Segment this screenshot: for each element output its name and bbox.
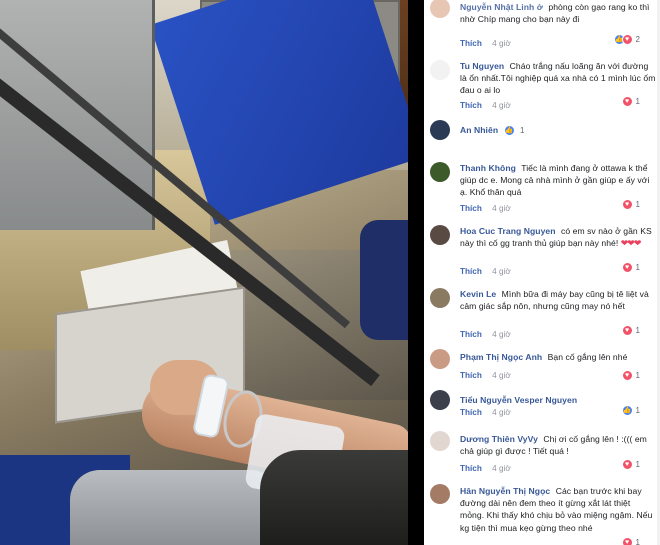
reaction-summary[interactable]: ♥ 1 <box>621 261 640 273</box>
comment-body: Nguyễn Nhật Linh ở phòng còn gạo rang ko… <box>460 1 656 25</box>
reaction-summary[interactable]: ♥ 1 <box>621 458 640 470</box>
heart-reaction-icon: ♥ <box>621 536 633 545</box>
reaction-count: 1 <box>635 96 640 106</box>
reaction-summary[interactable]: ♥ 1 <box>621 369 640 381</box>
like-link[interactable]: Thích <box>460 371 482 380</box>
comment-author[interactable]: Hân Nguyễn Thị Ngọc <box>460 486 550 496</box>
comment-timestamp[interactable]: 4 giờ <box>492 464 511 473</box>
comment-author[interactable]: Phạm Thị Ngọc Anh <box>460 352 542 362</box>
post-photo[interactable] <box>0 0 408 545</box>
comment-timestamp[interactable]: 4 giờ <box>492 408 511 417</box>
like-reaction-icon: 👍 <box>503 125 515 137</box>
comment-author[interactable]: Thanh Không <box>460 163 516 173</box>
heart-reaction-icon: ♥ <box>621 458 633 470</box>
comment-meta: Thích 4 giờ <box>460 408 511 417</box>
avatar[interactable] <box>430 0 450 18</box>
avatar[interactable] <box>430 60 450 80</box>
comments-panel: Nguyễn Nhật Linh ở phòng còn gạo rang ko… <box>424 0 660 545</box>
comment-text: Dương Thiên VyVy Chị ơi cố gắng lên ! :(… <box>460 433 656 457</box>
like-link[interactable]: Thích <box>460 267 482 276</box>
reaction-count: 1 <box>635 325 640 335</box>
avatar[interactable] <box>430 390 450 410</box>
comment-text: An Nhiên 👍 1 <box>460 124 656 137</box>
like-link[interactable]: Thích <box>460 464 482 473</box>
comment-body: An Nhiên 👍 1 <box>460 124 656 137</box>
reaction-summary[interactable]: 👍 1 <box>621 404 640 416</box>
comment-body: Hoa Cuc Trang Nguyen có em sv nào ở gần … <box>460 225 656 249</box>
comment-meta: Thích 4 giờ <box>460 464 511 473</box>
like-link[interactable]: Thích <box>460 408 482 417</box>
like-link[interactable]: Thích <box>460 39 482 48</box>
reaction-count: 1 <box>635 262 640 272</box>
comment-text: Kevin Le Mình bữa đi máy bay cũng bị tê … <box>460 288 656 312</box>
reaction-summary[interactable]: 👍 ♥ 2 <box>613 33 640 45</box>
comment-text: Nguyễn Nhật Linh ở phòng còn gạo rang ko… <box>460 1 656 25</box>
comment-author[interactable]: Hoa Cuc Trang Nguyen <box>460 226 556 236</box>
like-link[interactable]: Thích <box>460 204 482 213</box>
reaction-count: 1 <box>635 405 640 415</box>
reaction-count: 2 <box>635 34 640 44</box>
heart-reaction-icon: ♥ <box>621 261 633 273</box>
comment-body: Hân Nguyễn Thị Ngọc Các bạn trước khi ba… <box>460 485 656 534</box>
comment-meta: Thích 4 giờ <box>460 330 511 339</box>
comment-message: Bạn cố gắng lên nhé <box>547 352 628 362</box>
reaction-count: 1 <box>635 537 640 545</box>
comment-author[interactable]: Tiểu Nguyễn Vesper Nguyen <box>460 395 577 405</box>
reaction-summary[interactable]: ♥ 1 <box>621 324 640 336</box>
reaction-count: 1 <box>635 199 640 209</box>
like-reaction-icon: 👍 <box>621 404 633 416</box>
comment-text: Thanh Không Tiếc là mình đang ở ottawa k… <box>460 162 656 199</box>
comment-author[interactable]: Dương Thiên VyVy <box>460 434 538 444</box>
avatar[interactable] <box>430 288 450 308</box>
comment-body: Thanh Không Tiếc là mình đang ở ottawa k… <box>460 162 656 199</box>
comment-timestamp[interactable]: 4 giờ <box>492 371 511 380</box>
comment-author[interactable]: Nguyễn Nhật Linh ở <box>460 2 543 12</box>
comment-text: Phạm Thị Ngọc Anh Bạn cố gắng lên nhé <box>460 351 656 363</box>
photo-divider <box>408 0 424 545</box>
avatar[interactable] <box>430 484 450 504</box>
reaction-count: 1 <box>635 370 640 380</box>
reaction-count: 1 <box>635 459 640 469</box>
comment-timestamp[interactable]: 4 giờ <box>492 267 511 276</box>
comment-meta: Thích 4 giờ <box>460 371 511 380</box>
heart-reaction-icon: ♥ <box>621 33 633 45</box>
comment-meta: Thích 4 giờ <box>460 39 511 48</box>
comment-timestamp[interactable]: 4 giờ <box>492 204 511 213</box>
comment-text: Hoa Cuc Trang Nguyen có em sv nào ở gần … <box>460 225 656 249</box>
comment-body: Dương Thiên VyVy Chị ơi cố gắng lên ! :(… <box>460 433 656 457</box>
comment-body: Phạm Thị Ngọc Anh Bạn cố gắng lên nhé <box>460 351 656 363</box>
avatar[interactable] <box>430 431 450 451</box>
avatar[interactable] <box>430 225 450 245</box>
comment-text: Hân Nguyễn Thị Ngọc Các bạn trước khi ba… <box>460 485 656 534</box>
like-link[interactable]: Thích <box>460 101 482 110</box>
comment-meta: Thích 4 giờ <box>460 204 511 213</box>
heart-reaction-icon: ♥ <box>621 95 633 107</box>
avatar[interactable] <box>430 120 450 140</box>
comment-author[interactable]: Kevin Le <box>460 289 496 299</box>
comment-timestamp[interactable]: 4 giờ <box>492 101 511 110</box>
heart-reaction-icon: ♥ <box>621 198 633 210</box>
dark-sleeve <box>260 450 408 545</box>
reaction-summary[interactable]: ♥ 1 <box>621 95 640 107</box>
comment-body: Tu Nguyen Cháo trắng nấu loãng ăn với đư… <box>460 60 656 97</box>
comment-meta: Thích 4 giờ <box>460 101 511 110</box>
comment-timestamp[interactable]: 4 giờ <box>492 330 511 339</box>
comment-meta: Thích 4 giờ <box>460 267 511 276</box>
reaction-summary[interactable]: ♥ 1 <box>621 198 640 210</box>
like-link[interactable]: Thích <box>460 330 482 339</box>
heart-reaction-icon: ♥ <box>621 369 633 381</box>
comment-author[interactable]: Tu Nguyen <box>460 61 504 71</box>
heart-reaction-icon: ♥ <box>621 324 633 336</box>
comment-author[interactable]: An Nhiên <box>460 125 498 135</box>
avatar[interactable] <box>430 162 450 182</box>
comment-body: Kevin Le Mình bữa đi máy bay cũng bị tê … <box>460 288 656 312</box>
reaction-summary[interactable]: ♥ 1 <box>621 536 640 545</box>
reaction-count: 1 <box>520 126 525 135</box>
hearts-emoji: ❤❤❤ <box>620 238 642 249</box>
avatar[interactable] <box>430 349 450 369</box>
comment-timestamp[interactable]: 4 giờ <box>492 39 511 48</box>
comment-text: Tu Nguyen Cháo trắng nấu loãng ăn với đư… <box>460 60 656 97</box>
chair-right <box>360 220 408 340</box>
